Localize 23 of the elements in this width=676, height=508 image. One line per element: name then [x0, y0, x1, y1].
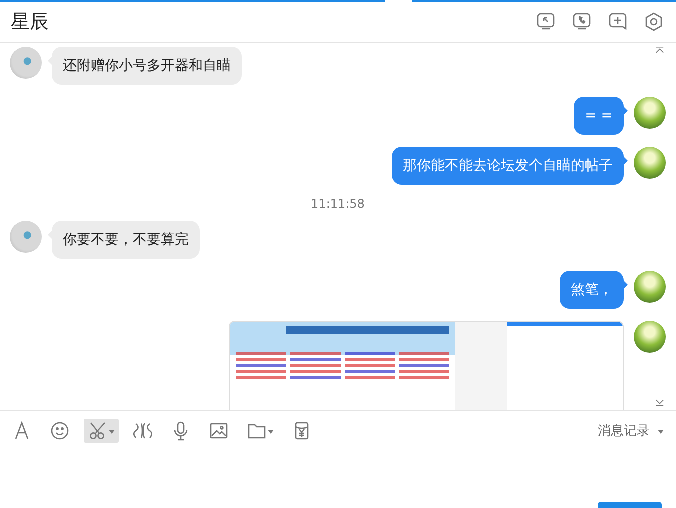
avatar[interactable] [634, 147, 666, 179]
avatar[interactable] [10, 221, 42, 253]
timestamp: 11:11:58 [311, 197, 365, 211]
screen-share-icon [536, 12, 556, 32]
emoji-icon [50, 421, 70, 441]
image-icon [209, 421, 229, 441]
shake-icon [133, 421, 153, 441]
avatar[interactable] [634, 321, 666, 353]
header-button[interactable] [644, 12, 664, 32]
screenshot-drawing[interactable] [229, 321, 624, 410]
header-button[interactable] [608, 12, 628, 32]
avatar[interactable] [10, 47, 42, 79]
history-button[interactable]: 消息记录 [594, 422, 668, 440]
toolbar-button[interactable] [84, 419, 119, 443]
header-button[interactable] [572, 12, 592, 32]
avatar[interactable] [634, 271, 666, 303]
phone-icon [572, 12, 592, 32]
add-icon [608, 12, 628, 32]
chat-title: 星辰 [11, 10, 49, 35]
avatar[interactable] [634, 97, 666, 129]
settings-icon [644, 12, 664, 32]
header-button[interactable] [536, 12, 556, 32]
scissors-icon [88, 421, 108, 441]
